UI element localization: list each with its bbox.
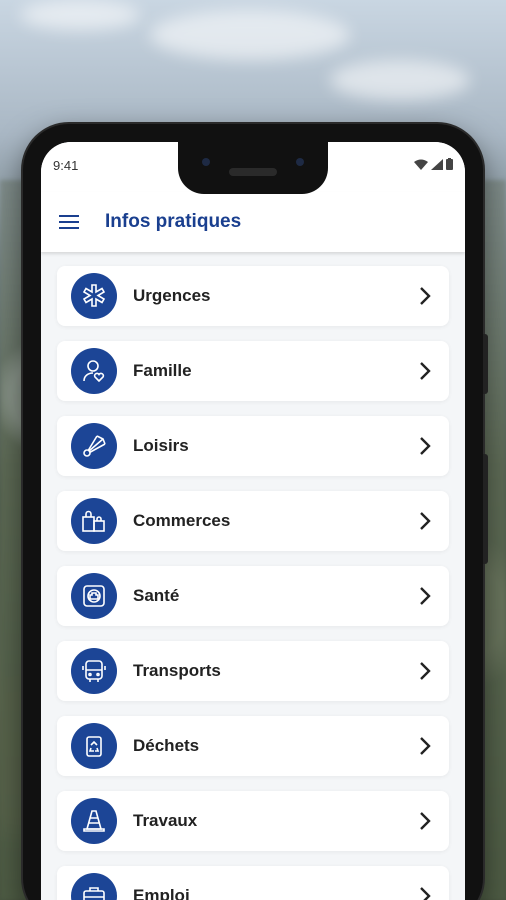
list-item-emploi[interactable]: Emploi [57, 866, 449, 900]
phone-frame: 9:41 Infos pratiques Urgences Famille Lo… [23, 124, 488, 900]
item-label: Déchets [133, 736, 200, 755]
briefcase-icon [71, 873, 117, 900]
list-item-loisirs[interactable]: Loisirs [57, 416, 449, 476]
shuttlecock-icon [71, 423, 117, 469]
item-label: Santé [133, 586, 180, 605]
signal-icon [431, 158, 443, 170]
item-label: Loisirs [133, 436, 189, 455]
list-item-famille[interactable]: Famille [57, 341, 449, 401]
list-item-urgences[interactable]: Urgences [57, 266, 449, 326]
chevron-right-icon [415, 809, 435, 833]
bus-icon [71, 648, 117, 694]
list-item-travaux[interactable]: Travaux [57, 791, 449, 851]
health-cross-icon [71, 573, 117, 619]
menu-icon [59, 215, 79, 229]
emergency-star-icon [71, 273, 117, 319]
list-item-dechets[interactable]: Déchets [57, 716, 449, 776]
page-title: Infos pratiques [105, 211, 242, 232]
item-label: Urgences [133, 286, 211, 305]
notch [178, 142, 328, 194]
item-label: Transports [133, 661, 221, 680]
category-list: Urgences Famille Loisirs Commerces Santé… [57, 266, 449, 900]
item-label: Famille [133, 361, 192, 380]
chevron-right-icon [415, 509, 435, 533]
traffic-cone-icon [71, 798, 117, 844]
app-screen: 9:41 Infos pratiques Urgences Famille Lo… [41, 142, 465, 900]
item-label: Travaux [133, 811, 198, 830]
recycle-bin-icon [71, 723, 117, 769]
battery-icon [446, 158, 453, 170]
status-time: 9:41 [53, 158, 79, 173]
list-item-sante[interactable]: Santé [57, 566, 449, 626]
chevron-right-icon [415, 284, 435, 308]
chevron-right-icon [415, 734, 435, 758]
app-bar: Infos pratiques [41, 192, 465, 252]
chevron-right-icon [415, 659, 435, 683]
chevron-right-icon [415, 359, 435, 383]
item-label: Commerces [133, 511, 231, 530]
family-person-heart-icon [71, 348, 117, 394]
chevron-right-icon [415, 434, 435, 458]
chevron-right-icon [415, 884, 435, 900]
wifi-icon [414, 159, 428, 170]
list-item-transports[interactable]: Transports [57, 641, 449, 701]
list-item-commerces[interactable]: Commerces [57, 491, 449, 551]
item-label: Emploi [133, 886, 190, 900]
shopping-bags-icon [71, 498, 117, 544]
menu-button[interactable] [41, 192, 97, 252]
chevron-right-icon [415, 584, 435, 608]
